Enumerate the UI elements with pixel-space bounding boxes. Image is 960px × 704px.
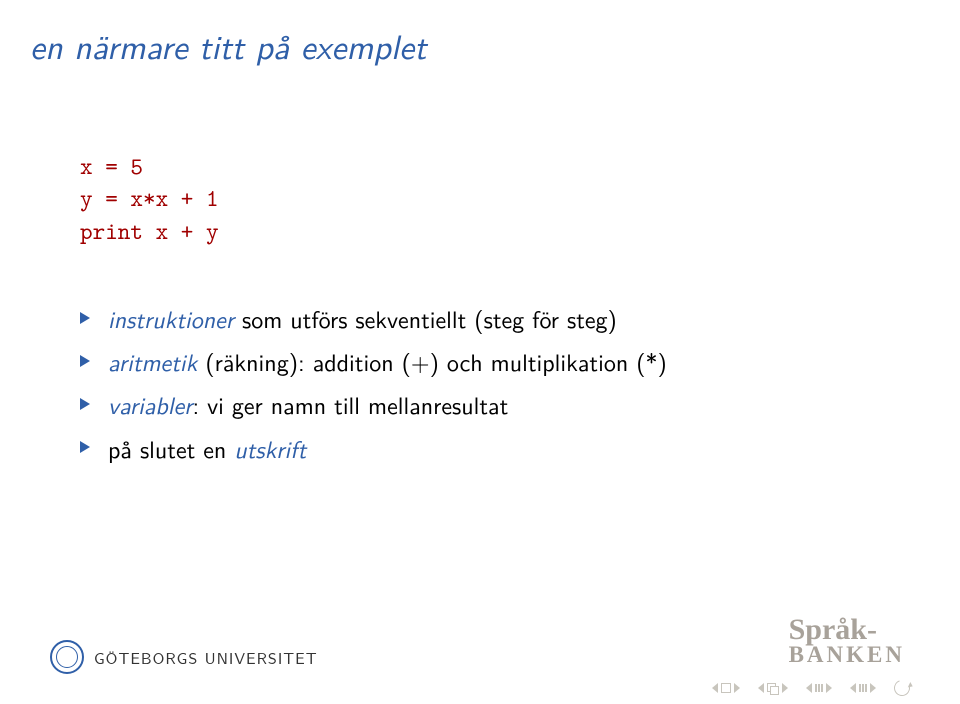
slide-title: en närmare titt på exemplet xyxy=(30,20,427,70)
nav-subsection[interactable] xyxy=(850,683,876,693)
sprak-bottom: BANKEN xyxy=(789,644,905,666)
next-frame-icon xyxy=(782,683,788,693)
section-icon xyxy=(815,684,823,692)
prev-section-icon xyxy=(806,683,812,693)
prev-frame-icon xyxy=(758,683,764,693)
bullet-icon xyxy=(80,355,90,367)
bullet-text: (räkning): addition (+) och multiplikati… xyxy=(197,344,667,379)
bullet-text: som utförs sekventiellt (steg för steg) xyxy=(234,301,617,336)
bullet-item: instruktioner som utförs sekventiellt (s… xyxy=(80,300,667,337)
prev-slide-icon xyxy=(712,683,718,693)
bullet-term: variabler xyxy=(108,387,192,422)
next-slide-icon xyxy=(734,683,740,693)
bullet-term: aritmetik xyxy=(108,344,197,379)
bullet-item: aritmetik (räkning): addition (+) och mu… xyxy=(80,343,667,380)
bullet-list: instruktioner som utförs sekventiellt (s… xyxy=(80,300,667,473)
sprak-top: Språk- xyxy=(789,616,905,645)
subsection-icon xyxy=(859,684,867,692)
bullet-term: instruktioner xyxy=(108,301,234,336)
slide: en närmare titt på exemplet x = 5 y = x*… xyxy=(0,0,960,704)
next-section-icon xyxy=(826,683,832,693)
bullet-text: : vi ger namn till mellanresultat xyxy=(192,387,508,422)
bullet-item: på slutet en utskrift xyxy=(80,430,667,467)
frame-icon xyxy=(767,683,779,693)
nav-slide[interactable] xyxy=(712,683,740,693)
slide-icon xyxy=(721,683,731,693)
footer: GÖTEBORGS UNIVERSITET Språk- BANKEN xyxy=(0,634,960,704)
university-logo: GÖTEBORGS UNIVERSITET xyxy=(50,640,318,674)
beamer-nav xyxy=(712,680,910,696)
bullet-text: på slutet en xyxy=(108,431,234,466)
university-name: GÖTEBORGS UNIVERSITET xyxy=(94,646,318,669)
next-subsection-icon xyxy=(870,683,876,693)
code-block: x = 5 y = x*x + 1 print x + y xyxy=(80,150,219,247)
bullet-item: variabler: vi ger namn till mellanresult… xyxy=(80,386,667,423)
bullet-icon xyxy=(80,398,90,410)
nav-section[interactable] xyxy=(806,683,832,693)
back-icon[interactable] xyxy=(891,677,912,698)
sprakbanken-logo: Språk- BANKEN xyxy=(789,616,905,666)
prev-subsection-icon xyxy=(850,683,856,693)
nav-frame[interactable] xyxy=(758,683,788,693)
bullet-icon xyxy=(80,441,90,453)
bullet-term: utskrift xyxy=(234,431,306,466)
bullet-icon xyxy=(80,312,90,324)
seal-icon xyxy=(50,640,84,674)
